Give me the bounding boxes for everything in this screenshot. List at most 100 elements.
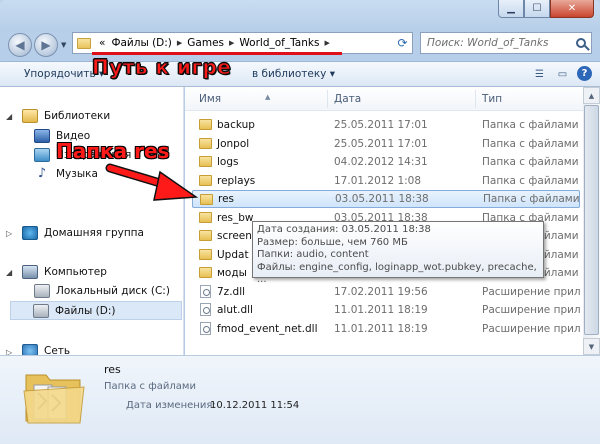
folder-icon <box>199 174 212 186</box>
folder-icon <box>199 137 212 149</box>
file-row[interactable]: res 03.05.2011 18:38 Папка с файлами <box>192 190 580 208</box>
nav-item-music[interactable]: ♪ Музыка <box>34 167 98 181</box>
breadcrumb-separator-icon[interactable]: ▶ <box>324 39 329 47</box>
expand-computer-icon[interactable]: ◢ <box>6 268 12 277</box>
folder-icon <box>199 267 212 278</box>
file-type: Папка с файлами <box>482 156 579 168</box>
nav-item-network[interactable]: Сеть <box>22 344 70 355</box>
scroll-down-icon[interactable]: ▼ <box>583 338 600 355</box>
file-name: replays <box>217 174 256 187</box>
add-to-library-button[interactable]: в библиотеку ▾ <box>252 68 335 80</box>
file-row[interactable]: replays 17.01.2012 1:08 Папка с файлами <box>185 172 580 190</box>
scroll-thumb[interactable] <box>584 105 599 335</box>
chevron-down-icon: ▾ <box>329 68 336 80</box>
file-date: 17.01.2012 1:08 <box>334 174 422 187</box>
folder-icon <box>199 119 212 130</box>
refresh-button[interactable]: ⟳ <box>393 32 413 54</box>
nav-item-disk-c[interactable]: Локальный диск (C:) <box>34 284 170 298</box>
organize-label: Упорядочить <box>24 68 96 80</box>
file-type: Папка с файлами <box>482 137 579 150</box>
preview-pane-icon[interactable]: ▭ <box>554 66 571 82</box>
nav-item-homegroup[interactable]: Домашняя группа <box>22 226 144 240</box>
file-name: backup <box>217 119 255 131</box>
nav-label: Сеть <box>44 345 71 355</box>
add-to-library-label: в библиотеку <box>252 68 327 80</box>
file-type: Папка с файлами <box>483 193 580 205</box>
nav-label: Компьютер <box>44 266 107 278</box>
file-name: alut.dll <box>217 304 253 316</box>
details-type: Папка с файлами <box>104 381 196 392</box>
nav-label: Домашняя группа <box>44 227 144 239</box>
folder-tooltip: Дата создания: 03.05.2011 18:38 Размер: … <box>252 221 544 285</box>
file-row[interactable]: alut.dll 11.01.2011 18:19 Расширение прил <box>185 301 581 319</box>
disk-icon <box>34 284 50 298</box>
recent-pages-dropdown[interactable]: ▼ <box>61 41 66 49</box>
file-type: Расширение прил <box>482 322 581 335</box>
search-icon <box>576 38 586 48</box>
file-date: 04.02.2012 14:31 <box>334 156 428 168</box>
search-input[interactable]: Поиск: World_of_Tanks <box>420 32 592 54</box>
music-icon: ♪ <box>37 166 47 181</box>
file-row[interactable]: logs 04.02.2012 14:31 Папка с файлами <box>185 153 580 171</box>
nav-label: Музыка <box>56 168 98 180</box>
column-date[interactable]: Дата <box>334 93 361 105</box>
column-name[interactable]: Имя <box>199 93 221 105</box>
breadcrumb-separator-icon[interactable]: ▶ <box>177 39 182 47</box>
forward-button[interactable]: ▶ <box>34 33 58 57</box>
vertical-scrollbar[interactable]: ▲ ▼ <box>583 87 600 355</box>
details-name: res <box>104 363 121 376</box>
file-name: logs <box>217 156 239 168</box>
toolbar-right: ☰ ▭ ? <box>531 66 592 82</box>
file-date: 17.02.2011 19:56 <box>334 285 428 298</box>
maximize-button[interactable]: ☐ <box>524 0 550 18</box>
minimize-icon: ▁ <box>507 3 515 14</box>
file-row[interactable]: backup 25.05.2011 17:01 Папка с файлами <box>185 116 580 134</box>
file-date: 25.05.2011 17:01 <box>334 119 428 131</box>
libraries-icon <box>22 109 38 123</box>
nav-item-computer[interactable]: Компьютер <box>22 265 107 279</box>
close-button[interactable]: ✕ <box>550 0 594 18</box>
dll-file-icon <box>200 321 211 335</box>
toolbar: Упорядочить ▾ в библиотеку ▾ ☰ ▭ ? <box>0 61 600 87</box>
breadcrumb-world-of-tanks[interactable]: World_of_Tanks <box>239 37 319 49</box>
breadcrumb-separator-icon[interactable]: ▶ <box>229 39 234 47</box>
address-bar[interactable]: « Файлы (D:) ▶ Games ▶ World_of_Tanks ▶ … <box>72 32 413 54</box>
nav-item-libraries[interactable]: Библиотеки <box>22 109 110 123</box>
breadcrumb-games[interactable]: Games <box>187 37 224 49</box>
back-button[interactable]: ◀ <box>8 33 32 57</box>
computer-icon <box>22 265 38 279</box>
file-name: Updat <box>217 248 249 261</box>
expand-homegroup-icon[interactable]: ▷ <box>6 229 12 238</box>
file-name: моды <box>217 267 247 279</box>
help-icon[interactable]: ? <box>577 66 592 81</box>
scroll-up-icon[interactable]: ▲ <box>583 87 600 104</box>
nav-label: Библиотеки <box>44 110 111 122</box>
tooltip-line: Дата создания: 03.05.2011 18:38 <box>257 224 431 235</box>
file-type: Расширение прил <box>482 304 581 316</box>
path-annotation: Путь к игре <box>91 55 232 80</box>
expand-network-icon[interactable]: ▷ <box>6 348 12 355</box>
expand-libraries-icon[interactable]: ◢ <box>6 112 12 121</box>
column-divider[interactable] <box>475 90 476 108</box>
file-type: Папка с файлами <box>482 119 579 131</box>
file-row[interactable]: Jonpol 25.05.2011 17:01 Папка с файлами <box>185 135 580 153</box>
file-date: 03.05.2011 18:38 <box>335 193 429 205</box>
nav-item-disk-d[interactable]: Файлы (D:) <box>10 301 182 320</box>
breadcrumb-disk-d[interactable]: Файлы (D:) <box>111 37 171 49</box>
video-icon <box>34 129 50 143</box>
details-pane: res Папка с файлами Дата изменения: 10.1… <box>0 355 600 444</box>
file-row[interactable]: fmod_event_net.dll 11.01.2011 18:19 Расшир… <box>185 320 581 338</box>
explorer-window: ▁ ☐ ✕ ◀ ▶ ▼ « Файлы (D:) ▶ Games ▶ World… <box>0 0 600 444</box>
refresh-icon: ⟳ <box>397 36 408 50</box>
minimize-button[interactable]: ▁ <box>498 0 524 18</box>
file-name: res_bw <box>217 211 254 224</box>
folder-icon <box>199 230 212 241</box>
address-overflow[interactable]: « <box>99 37 105 49</box>
file-name: res <box>218 193 235 205</box>
column-divider[interactable] <box>327 90 328 108</box>
column-type[interactable]: Тип <box>482 93 502 105</box>
details-date-value: 10.12.2011 11:54 <box>210 400 300 411</box>
caption-buttons: ▁ ☐ ✕ <box>498 0 594 18</box>
file-date: 25.05.2011 17:01 <box>334 137 428 150</box>
view-options-icon[interactable]: ☰ <box>531 66 548 82</box>
